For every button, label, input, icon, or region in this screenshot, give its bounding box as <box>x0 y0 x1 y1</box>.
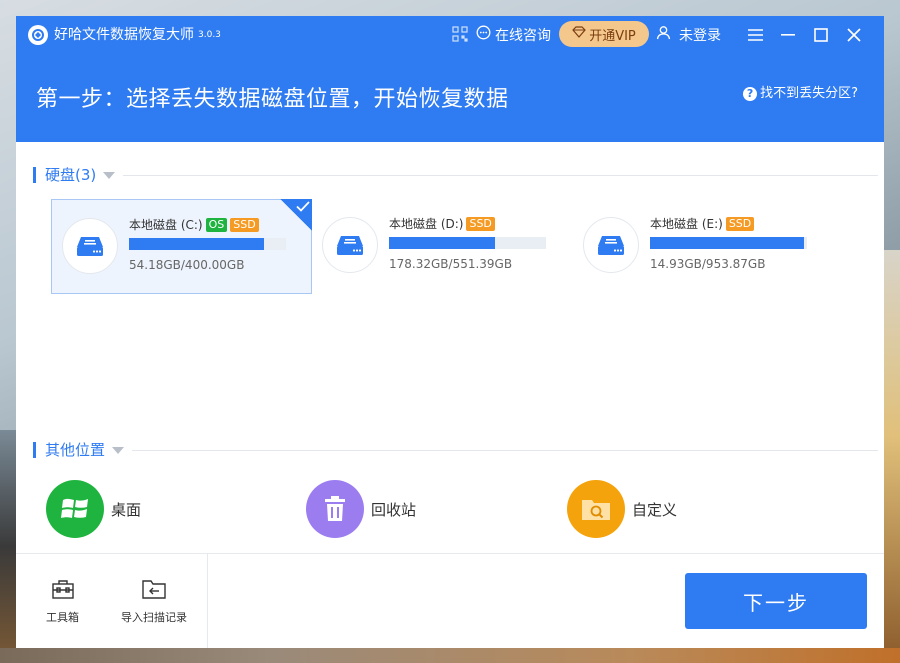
title-bar: 好哈文件数据恢复大师 3.0.3 在线咨询 开通VIP 未登录 第一步：选择丢失… <box>16 16 884 142</box>
step-title: 第一步：选择丢失数据磁盘位置，开始恢复数据 <box>36 87 509 112</box>
os-badge: OS <box>205 218 228 232</box>
other-section-title: 其他位置 <box>45 441 106 459</box>
disk-card-d[interactable]: 本地磁盘 (D:) SSD 178.32GB/551.39GB <box>312 199 573 294</box>
section-accent-bar <box>33 442 36 458</box>
import-label: 导入扫描记录 <box>121 611 187 624</box>
section-accent-bar <box>33 167 36 183</box>
disk-usage-fill <box>129 238 265 250</box>
ssd-badge: SSD <box>725 217 755 231</box>
disk-size: 178.32GB/551.39GB <box>389 257 513 271</box>
location-label: 桌面 <box>111 500 142 519</box>
close-icon[interactable] <box>843 24 865 46</box>
qr-code-icon[interactable] <box>452 26 468 42</box>
disk-card-c[interactable]: 本地磁盘 (C:) OS SSD 54.18GB/400.00GB <box>51 199 312 294</box>
app-logo-icon <box>28 25 48 45</box>
app-version: 3.0.3 <box>198 30 221 40</box>
location-custom[interactable]: 自定义 <box>567 480 677 538</box>
disk-name-label: 本地磁盘 (C:) <box>129 218 203 232</box>
chevron-down-icon[interactable] <box>103 171 116 179</box>
hard-drive-icon <box>62 218 118 274</box>
windows-icon <box>46 480 104 538</box>
footer-divider <box>207 554 208 648</box>
chat-bubble-icon <box>476 25 491 46</box>
app-window: 好哈文件数据恢复大师 3.0.3 在线咨询 开通VIP 未登录 第一步：选择丢失… <box>16 16 884 648</box>
vip-label: 开通VIP <box>589 28 636 44</box>
disk-size: 14.93GB/953.87GB <box>650 257 766 271</box>
location-recycle-bin[interactable]: 回收站 <box>306 480 416 538</box>
section-divider <box>123 174 878 176</box>
hard-drive-icon <box>583 217 639 273</box>
import-icon <box>141 578 167 603</box>
location-label: 回收站 <box>371 500 417 519</box>
location-label: 自定义 <box>632 500 678 519</box>
user-icon <box>656 25 671 46</box>
location-desktop[interactable]: 桌面 <box>46 480 141 538</box>
chevron-down-icon[interactable] <box>112 446 125 454</box>
disk-name-label: 本地磁盘 (D:) <box>389 217 464 231</box>
toolbox-icon <box>51 578 75 603</box>
login-label: 未登录 <box>679 27 721 44</box>
app-name: 好哈文件数据恢复大师 <box>54 27 194 43</box>
folder-search-icon <box>567 480 625 538</box>
disks-section-header[interactable]: 硬盘(3) <box>33 165 878 185</box>
maximize-icon[interactable] <box>810 24 832 46</box>
disk-name: 本地磁盘 (E:) SSD <box>650 215 755 233</box>
desktop-wallpaper-left <box>0 430 16 663</box>
disk-card-e[interactable]: 本地磁盘 (E:) SSD 14.93GB/953.87GB <box>573 199 834 294</box>
disks-section-title: 硬盘(3) <box>45 166 97 184</box>
selected-check-icon <box>280 199 312 231</box>
other-section-header[interactable]: 其他位置 <box>33 440 878 460</box>
disk-name: 本地磁盘 (C:) OS SSD <box>129 216 259 234</box>
recycle-bin-icon <box>306 480 364 538</box>
import-scan-record-button[interactable]: 导入扫描记录 <box>121 578 187 625</box>
desktop-wallpaper-right <box>884 250 900 663</box>
help-link-label: 找不到丢失分区? <box>760 86 858 101</box>
disk-usage-bar <box>389 237 546 249</box>
menu-icon[interactable] <box>744 24 766 46</box>
disk-usage-fill <box>650 237 805 249</box>
app-title: 好哈文件数据恢复大师 3.0.3 <box>54 25 221 45</box>
disk-usage-bar <box>129 238 286 250</box>
footer-bar: 工具箱 导入扫描记录 下一步 <box>16 553 884 648</box>
ssd-badge: SSD <box>230 218 259 232</box>
diamond-icon <box>572 26 587 42</box>
disk-usage-bar <box>650 237 807 249</box>
disk-usage-fill <box>389 237 496 249</box>
disk-name: 本地磁盘 (D:) SSD <box>389 215 495 233</box>
disk-name-label: 本地磁盘 (E:) <box>650 217 723 231</box>
online-consult-button[interactable]: 在线咨询 <box>476 25 551 46</box>
login-button[interactable]: 未登录 <box>656 25 721 46</box>
missing-partition-help-link[interactable]: ? 找不到丢失分区? <box>743 84 858 104</box>
vip-button[interactable]: 开通VIP <box>559 21 649 47</box>
ssd-badge: SSD <box>466 217 495 231</box>
disk-size: 54.18GB/400.00GB <box>129 258 245 272</box>
online-consult-label: 在线咨询 <box>495 27 551 44</box>
section-divider <box>132 449 878 451</box>
toolbox-label: 工具箱 <box>46 611 79 624</box>
toolbox-button[interactable]: 工具箱 <box>46 578 79 625</box>
hard-drive-icon <box>322 217 378 273</box>
minimize-icon[interactable] <box>777 24 799 46</box>
desktop-wallpaper-bottom <box>0 648 900 663</box>
next-step-button[interactable]: 下一步 <box>685 573 867 629</box>
question-icon: ? <box>743 87 758 101</box>
